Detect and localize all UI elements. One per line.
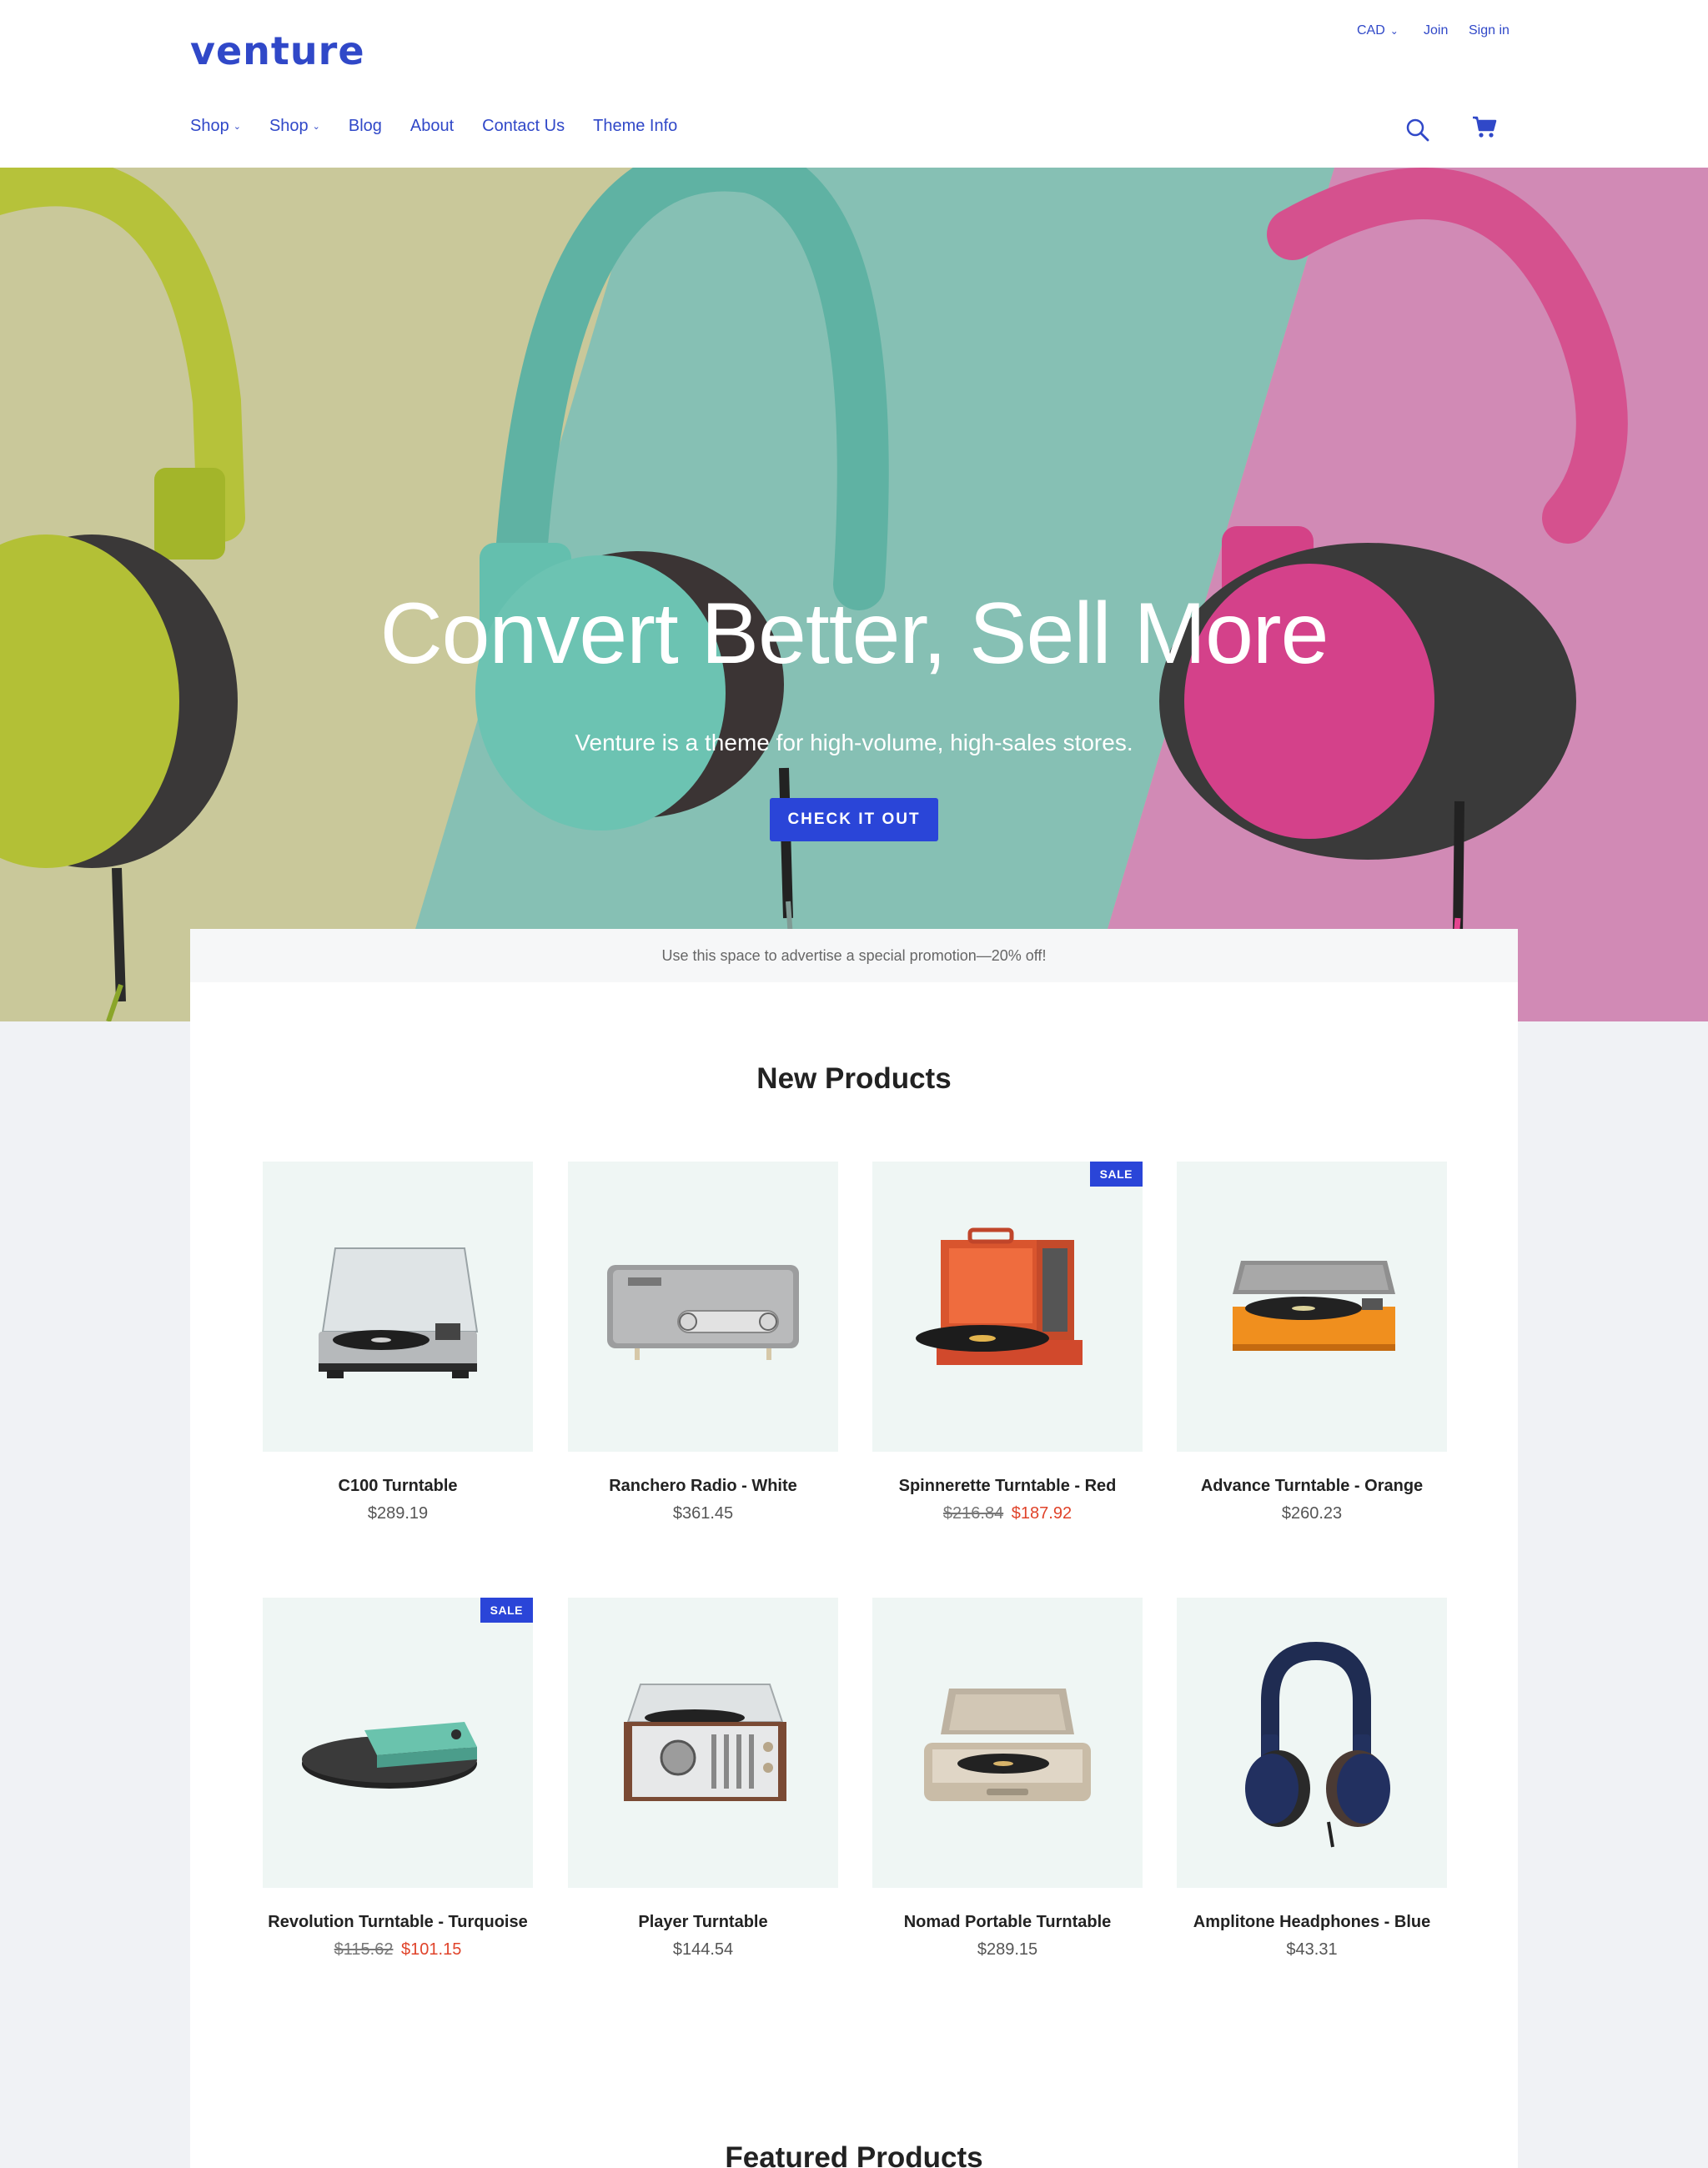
product-card[interactable]: Player Turntable $144.54 bbox=[568, 1598, 838, 1960]
signin-link[interactable]: Sign in bbox=[1469, 23, 1510, 38]
chevron-down-icon: ⌄ bbox=[312, 122, 320, 132]
product-name[interactable]: Nomad Portable Turntable bbox=[872, 1913, 1143, 1932]
nav-item-shop-2[interactable]: Shop ⌄ bbox=[269, 117, 320, 136]
headphones-blue-image bbox=[1245, 1641, 1390, 1848]
turntable-orange-image bbox=[1233, 1261, 1395, 1351]
turntable-red-image bbox=[916, 1227, 1083, 1365]
product-price: $216.84 $187.92 bbox=[872, 1504, 1143, 1523]
product-image[interactable] bbox=[1177, 1598, 1447, 1888]
nav-item-label: Shop bbox=[190, 117, 229, 135]
product-name[interactable]: Player Turntable bbox=[568, 1913, 838, 1932]
product-card[interactable]: SALE Revolution Turntable - Turquoise $1… bbox=[263, 1598, 533, 1960]
hero-subtitle: Venture is a theme for high-volume, high… bbox=[575, 730, 1133, 755]
cart-button[interactable] bbox=[1468, 110, 1501, 143]
site-header: venture CAD ⌄ Join Sign in Shop ⌄ Shop ⌄… bbox=[0, 0, 1708, 168]
price-original: $115.62 bbox=[334, 1940, 394, 1959]
product-card[interactable]: SALE Spinnerette Turntable - Red $216.84… bbox=[872, 1162, 1143, 1523]
nav-item-blog[interactable]: Blog bbox=[349, 117, 382, 136]
hero-title: Convert Better, Sell More bbox=[379, 585, 1329, 682]
product-card[interactable]: Ranchero Radio - White $361.45 bbox=[568, 1162, 838, 1523]
product-image[interactable] bbox=[568, 1598, 838, 1888]
product-price: $289.15 bbox=[977, 1940, 1038, 1959]
nav-item-about[interactable]: About bbox=[410, 117, 454, 136]
currency-label: CAD bbox=[1357, 23, 1385, 38]
chevron-down-icon: ⌄ bbox=[233, 122, 241, 132]
product-price: $43.31 bbox=[1286, 1940, 1338, 1959]
product-card[interactable]: Nomad Portable Turntable $289.15 bbox=[872, 1598, 1143, 1960]
logo[interactable]: venture bbox=[190, 28, 365, 73]
radio-image bbox=[607, 1265, 799, 1360]
product-price: $289.19 bbox=[367, 1504, 429, 1523]
product-image[interactable] bbox=[1177, 1162, 1447, 1452]
promo-bar: Use this space to advertise a special pr… bbox=[190, 929, 1518, 982]
hero-slideshow: Convert Better, Sell More Venture is a t… bbox=[0, 168, 1708, 1021]
turntable-turquoise-image bbox=[302, 1722, 477, 1789]
search-button[interactable] bbox=[1401, 113, 1434, 147]
product-image[interactable] bbox=[568, 1162, 838, 1452]
product-name[interactable]: Ranchero Radio - White bbox=[568, 1477, 838, 1496]
section-title-featured-products: Featured Products bbox=[725, 2141, 983, 2168]
product-image[interactable]: SALE bbox=[263, 1598, 533, 1888]
search-icon bbox=[1406, 118, 1429, 142]
nav-item-shop[interactable]: Shop ⌄ bbox=[190, 117, 241, 136]
nav-item-theme-info[interactable]: Theme Info bbox=[593, 117, 677, 136]
product-name[interactable]: C100 Turntable bbox=[263, 1477, 533, 1496]
product-price: $260.23 bbox=[1281, 1504, 1343, 1523]
product-price: $144.54 bbox=[672, 1940, 734, 1959]
price-sale: $187.92 bbox=[1011, 1504, 1073, 1523]
sale-badge: SALE bbox=[480, 1598, 533, 1623]
product-price: $115.62 $101.15 bbox=[263, 1940, 533, 1960]
nav-item-contact[interactable]: Contact Us bbox=[482, 117, 565, 136]
product-name[interactable]: Spinnerette Turntable - Red bbox=[872, 1477, 1143, 1496]
price-original: $216.84 bbox=[942, 1504, 1004, 1523]
product-image[interactable]: SALE bbox=[872, 1162, 1143, 1452]
product-price: $361.45 bbox=[672, 1504, 734, 1523]
check-it-out-button[interactable]: CHECK IT OUT bbox=[770, 798, 938, 841]
product-name[interactable]: Revolution Turntable - Turquoise bbox=[263, 1913, 533, 1932]
product-card[interactable]: C100 Turntable $289.19 bbox=[263, 1162, 533, 1523]
currency-selector[interactable]: CAD ⌄ bbox=[1357, 23, 1399, 38]
sale-badge: SALE bbox=[1089, 1162, 1143, 1187]
chevron-down-icon: ⌄ bbox=[1389, 25, 1399, 37]
product-image[interactable] bbox=[872, 1598, 1143, 1888]
product-image[interactable] bbox=[263, 1162, 533, 1452]
main-content: Use this space to advertise a special pr… bbox=[190, 929, 1518, 2168]
product-card[interactable]: Amplitone Headphones - Blue $43.31 bbox=[1177, 1598, 1447, 1960]
product-name[interactable]: Amplitone Headphones - Blue bbox=[1177, 1913, 1447, 1932]
product-card[interactable]: Advance Turntable - Orange $260.23 bbox=[1177, 1162, 1447, 1523]
turntable-image bbox=[319, 1247, 479, 1378]
nomad-turntable-image bbox=[924, 1689, 1091, 1801]
main-nav: Shop ⌄ Shop ⌄ Blog About Contact Us Them… bbox=[190, 117, 706, 136]
join-link[interactable]: Join bbox=[1424, 23, 1448, 38]
product-name[interactable]: Advance Turntable - Orange bbox=[1177, 1477, 1447, 1496]
cart-icon bbox=[1473, 116, 1497, 138]
player-turntable-image bbox=[624, 1684, 786, 1801]
nav-item-label: Shop bbox=[269, 117, 309, 135]
price-sale: $101.15 bbox=[401, 1940, 462, 1959]
section-title-new-products: New Products bbox=[756, 1062, 952, 1095]
